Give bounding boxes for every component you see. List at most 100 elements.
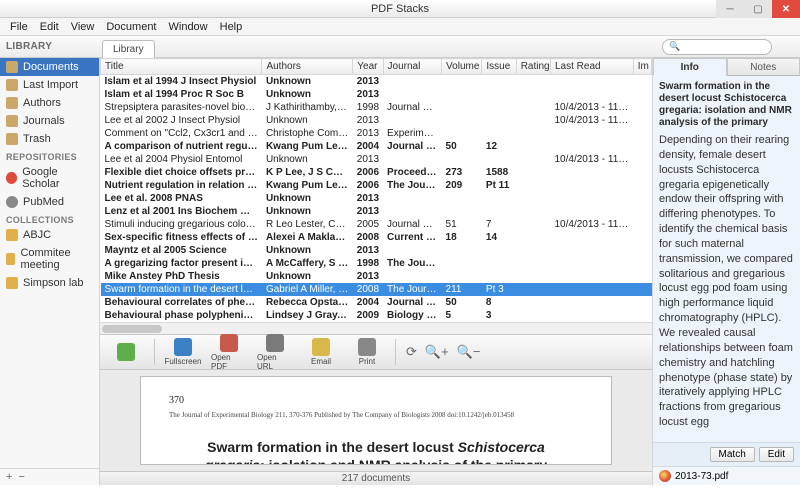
sidebar-item-authors[interactable]: Authors xyxy=(0,94,99,112)
file-name: 2013-73.pdf xyxy=(675,471,728,482)
folder-icon xyxy=(6,253,15,265)
open-url-button[interactable]: Open URL xyxy=(257,334,293,371)
col-im[interactable]: Im xyxy=(633,59,651,75)
pdf-preview[interactable]: 370 The Journal of Experimental Biology … xyxy=(100,370,652,471)
fullscreen-button[interactable]: Fullscreen xyxy=(165,338,201,366)
window-minimize[interactable]: ─ xyxy=(716,0,744,18)
search-icon: 🔍 xyxy=(669,41,680,52)
scholar-icon xyxy=(6,172,17,184)
add-button[interactable] xyxy=(108,343,144,362)
url-icon xyxy=(266,334,284,352)
section-repositories: REPOSITORIES xyxy=(0,148,99,163)
col-authors[interactable]: Authors xyxy=(262,59,353,75)
table-row[interactable]: Behavioural correlates of phenotypic…Reb… xyxy=(101,296,652,309)
menu-edit[interactable]: Edit xyxy=(34,19,65,35)
table-row[interactable]: Behavioural phase polyphenism in th…Lind… xyxy=(101,309,652,322)
menu-window[interactable]: Window xyxy=(163,19,214,35)
sidebar-item-committee[interactable]: Commitee meeting xyxy=(0,244,99,274)
window-close[interactable]: ✕ xyxy=(772,0,800,18)
menubar: File Edit View Document Window Help xyxy=(0,18,800,36)
sidebar: DocumentsLast ImportAuthorsJournalsTrash… xyxy=(0,58,100,485)
table-row[interactable]: Islam et al 1994 Proc R Soc BUnknown2013 xyxy=(101,88,652,101)
doc-icon xyxy=(6,115,18,127)
remove-collection-button[interactable]: − xyxy=(18,471,24,483)
chrome-icon xyxy=(659,470,671,482)
tab-library[interactable]: Library xyxy=(102,40,155,58)
sidebar-item-abjc[interactable]: ABJC xyxy=(0,226,99,244)
journal-info: The Journal of Experimental Biology 211,… xyxy=(169,412,583,420)
col-title[interactable]: Title xyxy=(101,59,262,75)
email-icon xyxy=(312,338,330,356)
col-rating[interactable]: Rating xyxy=(516,59,550,75)
sidebar-item-google-scholar[interactable]: Google Scholar xyxy=(0,163,99,193)
folder-icon xyxy=(6,229,18,241)
doc-icon xyxy=(6,97,18,109)
table-row[interactable]: Lee et al 2002 J Insect PhysiolUnknown20… xyxy=(101,114,652,127)
table-row[interactable]: Mike Anstey PhD ThesisUnknown2013 xyxy=(101,270,652,283)
table-row[interactable]: Comment on "Ccl2, Cx3cr1 and Ccl2/Cx…Chr… xyxy=(101,127,652,140)
menu-help[interactable]: Help xyxy=(214,19,249,35)
table-row[interactable]: Swarm formation in the desert locus…Gabr… xyxy=(101,283,652,296)
page-number: 370 xyxy=(169,395,583,406)
rotate-button[interactable]: ⟳ xyxy=(406,344,417,360)
match-button[interactable]: Match xyxy=(710,447,755,462)
file-name-row[interactable]: 2013-73.pdf xyxy=(653,466,800,485)
search-input[interactable]: 🔍 xyxy=(662,39,772,55)
window-maximize[interactable]: ▢ xyxy=(744,0,772,18)
print-icon xyxy=(358,338,376,356)
col-volume[interactable]: Volume xyxy=(442,59,482,75)
zoom-out-button[interactable]: 🔍− xyxy=(457,344,481,360)
sidebar-item-documents[interactable]: Documents xyxy=(0,58,99,76)
section-collections: COLLECTIONS xyxy=(0,211,99,226)
email-button[interactable]: Email xyxy=(303,338,339,366)
doc-icon xyxy=(6,79,18,91)
menu-document[interactable]: Document xyxy=(100,19,162,35)
preview-toolbar: Fullscreen Open PDF Open URL Email Print… xyxy=(100,334,652,370)
pdf-icon xyxy=(220,334,238,352)
table-row[interactable]: Strepsiptera parasites-novel biocontrol…… xyxy=(101,101,652,114)
col-year[interactable]: Year xyxy=(353,59,383,75)
info-abstract: Depending on their rearing density, fema… xyxy=(653,131,800,442)
menu-file[interactable]: File xyxy=(4,19,34,35)
table-scrollbar[interactable] xyxy=(100,322,652,334)
table-row[interactable]: Islam et al 1994 J Insect PhysiolUnknown… xyxy=(101,75,652,89)
add-collection-button[interactable]: + xyxy=(6,471,12,483)
table-row[interactable]: Flexible diet choice offsets protein c…K… xyxy=(101,166,652,179)
status-bar: 217 documents xyxy=(100,471,652,485)
table-row[interactable]: Stimuli inducing gregarious colouratio…R… xyxy=(101,218,652,231)
doc-icon xyxy=(6,133,18,145)
folder-icon xyxy=(6,277,18,289)
table-row[interactable]: Nutrient regulation in relation to die…K… xyxy=(101,179,652,192)
paper-title: Swarm formation in the desert locust Sch… xyxy=(179,438,573,465)
window-title: PDF Stacks xyxy=(371,3,429,15)
table-row[interactable]: A gregarizing factor present in the e…A … xyxy=(101,257,652,270)
library-heading: LIBRARY xyxy=(0,41,100,52)
open-pdf-button[interactable]: Open PDF xyxy=(211,334,247,371)
menu-view[interactable]: View xyxy=(65,19,101,35)
table-row[interactable]: Lee et al. 2008 PNASUnknown2013 xyxy=(101,192,652,205)
edit-button[interactable]: Edit xyxy=(759,447,794,462)
sidebar-item-pubmed[interactable]: PubMed xyxy=(0,193,99,211)
sidebar-item-simpson[interactable]: Simpson lab xyxy=(0,274,99,292)
table-row[interactable]: Lenz et al 2001 Ins Biochem Mol BiolUnkn… xyxy=(101,205,652,218)
tab-notes[interactable]: Notes xyxy=(727,58,800,76)
col-issue[interactable]: Issue xyxy=(482,59,516,75)
sidebar-item-last-import[interactable]: Last Import xyxy=(0,76,99,94)
col-journal[interactable]: Journal xyxy=(383,59,442,75)
tab-info[interactable]: Info xyxy=(653,58,727,76)
print-button[interactable]: Print xyxy=(349,338,385,366)
zoom-in-button[interactable]: 🔍+ xyxy=(425,344,449,360)
doc-icon xyxy=(6,61,18,73)
info-title: Swarm formation in the desert locust Sch… xyxy=(653,76,800,131)
table-row[interactable]: Mayntz et al 2005 ScienceUnknown2013 xyxy=(101,244,652,257)
info-panel: Info Notes Swarm formation in the desert… xyxy=(652,58,800,485)
fullscreen-icon xyxy=(174,338,192,356)
col-last-read[interactable]: Last Read xyxy=(551,59,634,75)
sidebar-item-trash[interactable]: Trash xyxy=(0,130,99,148)
sidebar-item-journals[interactable]: Journals xyxy=(0,112,99,130)
table-row[interactable]: A comparison of nutrient regulation …Kwa… xyxy=(101,140,652,153)
table-row[interactable]: Lee et al 2004 Physiol EntomolUnknown201… xyxy=(101,153,652,166)
documents-table: TitleAuthorsYearJournalVolumeIssueRating… xyxy=(100,58,652,322)
table-row[interactable]: Sex-specific fitness effects of nutrie…A… xyxy=(101,231,652,244)
plus-icon xyxy=(117,343,135,361)
